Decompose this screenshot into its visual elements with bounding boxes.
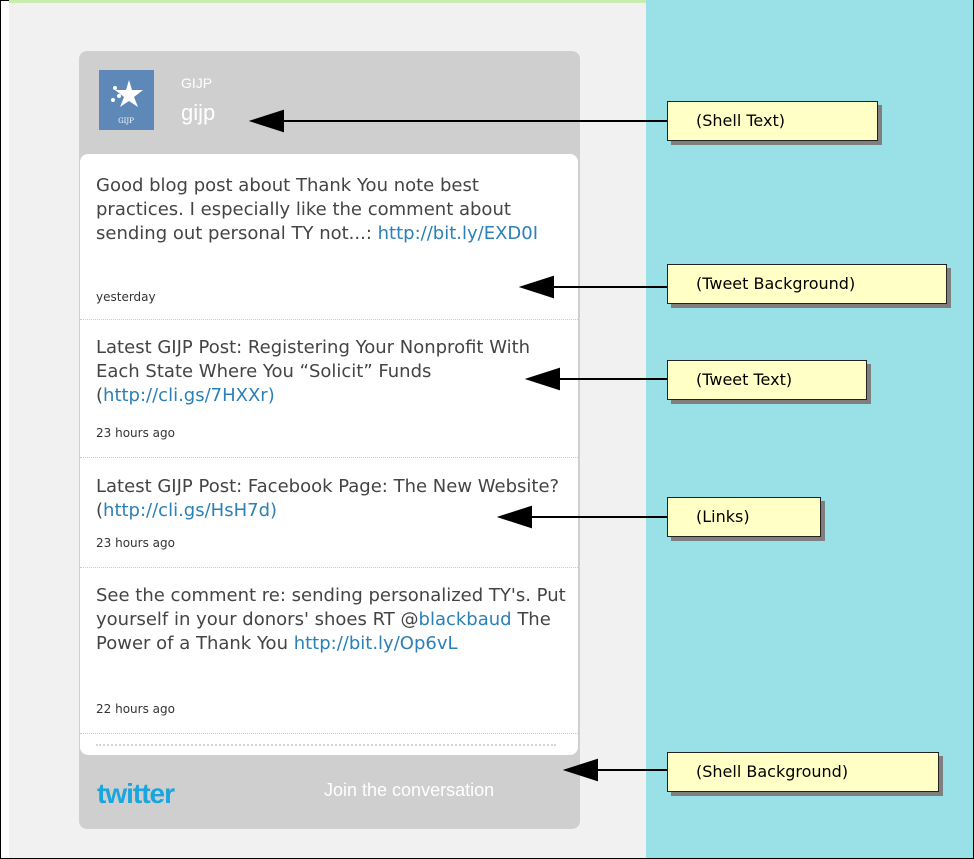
arrow-head-icon: [496, 505, 532, 529]
annotation-arrows: [248, 109, 667, 782]
arrow-head-icon: [518, 275, 554, 299]
arrow-head-icon: [562, 758, 598, 782]
arrow-head-icon: [524, 367, 560, 391]
arrow-head-icon: [248, 109, 284, 133]
